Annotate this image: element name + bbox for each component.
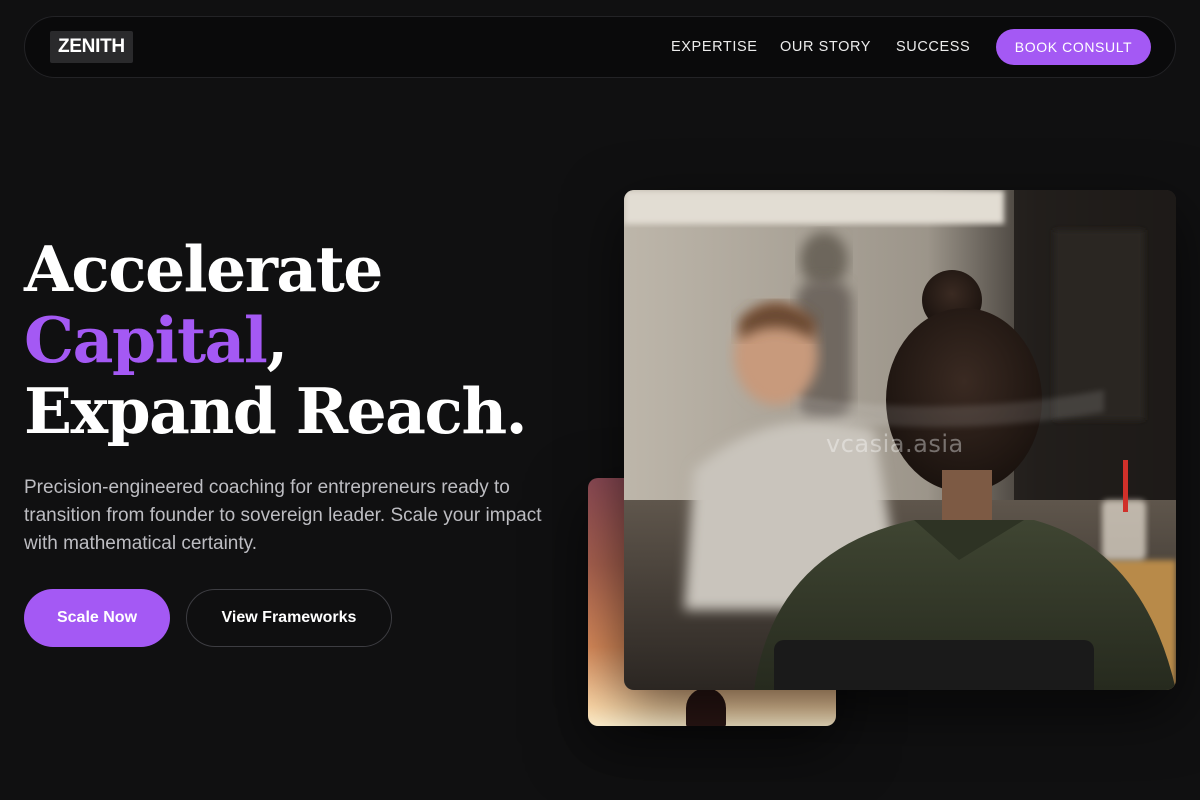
meeting-photo-illustration [624, 190, 1176, 690]
nav-link-success[interactable]: SUCCESS [896, 38, 970, 56]
hero-heading: Accelerate Capital, Expand Reach. [24, 232, 528, 448]
landing-page: ZENITH EXPERTISE OUR STORY SUCCESS BOOK … [0, 0, 1200, 800]
hero-heading-accent-word: Capital [24, 303, 268, 377]
main-hero-photo: vcasia.asia [624, 190, 1176, 690]
person-silhouette [686, 688, 726, 726]
nav-link-expertise[interactable]: EXPERTISE [671, 38, 758, 56]
book-consult-button[interactable]: BOOK CONSULT [996, 29, 1151, 65]
view-frameworks-button[interactable]: View Frameworks [186, 589, 392, 647]
nav-link-our-story[interactable]: OUR STORY [780, 38, 871, 56]
brand-logo[interactable]: ZENITH [50, 31, 133, 63]
top-navbar: ZENITH EXPERTISE OUR STORY SUCCESS BOOK … [24, 16, 1176, 78]
hero-heading-line-1: Accelerate [24, 232, 383, 306]
hero-description: Precision-engineered coaching for entrep… [24, 477, 542, 554]
scale-now-button[interactable]: Scale Now [24, 589, 170, 647]
hero-heading-line-3: Expand Reach. [24, 374, 528, 448]
hero-heading-line-2: Capital, [24, 305, 526, 376]
hero-heading-comma: , [266, 303, 288, 377]
